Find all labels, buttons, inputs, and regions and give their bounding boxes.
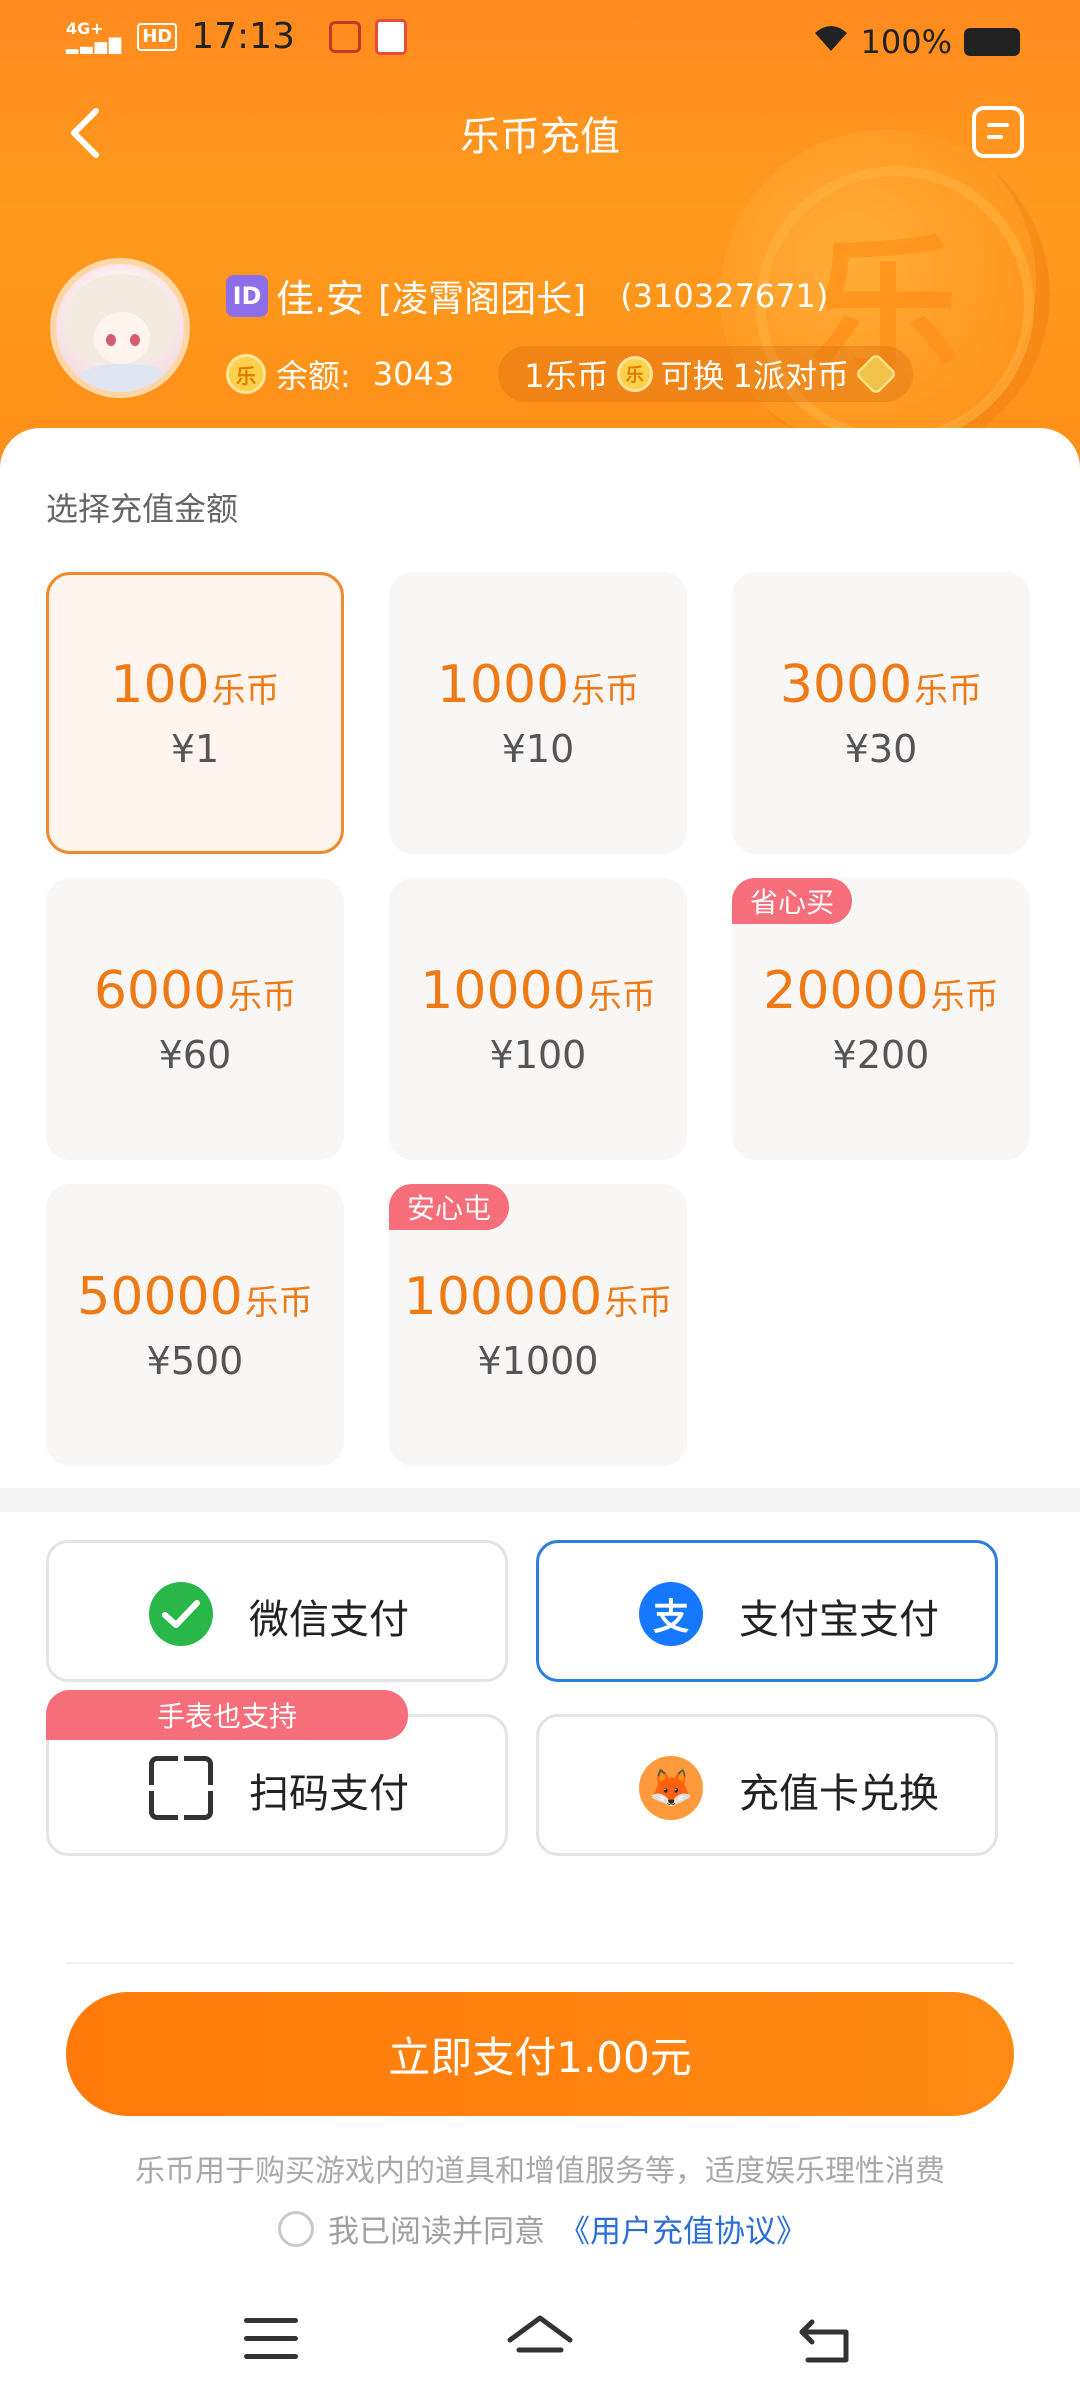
option-amount: 6000 <box>93 961 227 1021</box>
recharge-option-10000[interactable]: 10000 乐币 ¥100 <box>389 878 687 1160</box>
system-nav-bar <box>0 2290 1080 2400</box>
option-price: ¥100 <box>489 1033 587 1077</box>
option-amount: 20000 <box>763 961 929 1021</box>
battery-icon <box>964 28 1020 56</box>
hd-badge: HD <box>137 22 178 51</box>
option-amount: 100 <box>110 655 210 715</box>
recharge-option-100000[interactable]: 安心屯 100000 乐币 ¥1000 <box>389 1184 687 1466</box>
option-price: ¥1 <box>170 727 220 771</box>
menu-icon[interactable] <box>244 2318 298 2362</box>
exchange-rate-pill: 1乐币 乐 可换 1派对币 <box>498 346 913 402</box>
mascot-card-icon: 🦊 <box>639 1756 703 1820</box>
option-price: ¥200 <box>832 1033 930 1077</box>
agree-checkbox[interactable] <box>278 2210 314 2247</box>
user-info: ID 佳.安 [凌霄阁团长] (310327671) <box>226 268 828 323</box>
recharge-option-6000[interactable]: 6000 乐币 ¥60 <box>46 878 344 1160</box>
promo-tag: 安心屯 <box>389 1184 510 1230</box>
option-unit: 乐币 <box>587 977 656 1017</box>
recharge-option-1000[interactable]: 1000 乐币 ¥10 <box>389 572 687 854</box>
option-amount: 100000 <box>403 1267 603 1327</box>
wechat-pay-button[interactable]: 微信支付 <box>46 1540 508 1682</box>
party-coin-icon <box>854 352 898 396</box>
option-unit: 乐币 <box>228 977 297 1017</box>
le-coin-icon: 乐 <box>226 354 266 394</box>
option-amount: 3000 <box>779 655 913 715</box>
alipay-label: 支付宝支付 <box>739 1597 939 1643</box>
option-price: ¥500 <box>146 1339 244 1383</box>
option-unit: 乐币 <box>571 671 640 711</box>
wifi-icon <box>813 22 849 62</box>
option-price: ¥10 <box>501 727 575 771</box>
clock: 17:13 <box>191 16 295 57</box>
recharge-option-50000[interactable]: 50000 乐币 ¥500 <box>46 1184 344 1466</box>
option-price: ¥1000 <box>477 1339 599 1383</box>
pay-now-button[interactable]: 立即支付1.00元 <box>66 1992 1014 2116</box>
section-label: 选择充值金额 <box>46 490 239 528</box>
section-divider <box>0 1488 1080 1512</box>
option-price: ¥60 <box>158 1033 232 1077</box>
disclaimer-text: 乐币用于购买游戏内的道具和增值服务等，适度娱乐理性消费 <box>135 2154 945 2189</box>
back-nav-icon[interactable] <box>798 2312 852 2366</box>
option-unit: 乐币 <box>914 671 983 711</box>
wechat-pay-label: 微信支付 <box>249 1597 409 1643</box>
order-list-button[interactable] <box>972 106 1024 158</box>
id-badge-icon: ID <box>226 274 268 317</box>
divider <box>66 1962 1014 1964</box>
user-id: (310327671) <box>620 276 829 315</box>
balance-row: 乐 余额: 3043 1乐币 乐 可换 1派对币 <box>226 346 913 402</box>
notification-app-icon <box>328 20 361 53</box>
agree-text: 我已阅读并同意 <box>328 2214 545 2250</box>
agreement-row: 我已阅读并同意 《用户充值协议》 <box>278 2206 807 2251</box>
rate-left: 1乐币 <box>524 357 609 395</box>
option-unit: 乐币 <box>930 977 999 1017</box>
option-price: ¥30 <box>844 727 918 771</box>
rate-mid: 可换 <box>660 357 725 395</box>
notification-app-icon <box>374 18 407 55</box>
balance-value: 3043 <box>372 355 455 393</box>
alipay-button[interactable]: 支 支付宝支付 <box>536 1540 998 1682</box>
watch-support-tag: 手表也支持 <box>46 1690 408 1740</box>
status-bar: 4G+ ▂▃▅▇ HD 17:13 100% <box>0 0 1080 84</box>
card-redeem-label: 充值卡兑换 <box>739 1771 939 1817</box>
nav-bar: 乐币充值 <box>0 84 1080 184</box>
recharge-option-3000[interactable]: 3000 乐币 ¥30 <box>732 572 1030 854</box>
signal-icon: 4G+ ▂▃▅▇ <box>66 18 124 54</box>
battery-percent: 100% <box>860 23 952 61</box>
option-unit: 乐币 <box>211 671 280 711</box>
agreement-link[interactable]: 《用户充值协议》 <box>559 2206 807 2251</box>
le-coin-icon: 乐 <box>616 356 653 392</box>
scan-pay-label: 扫码支付 <box>249 1771 409 1817</box>
option-amount: 1000 <box>436 655 570 715</box>
option-amount: 10000 <box>420 961 586 1021</box>
balance-label: 余额: <box>276 357 351 395</box>
avatar <box>50 258 190 398</box>
alipay-icon: 支 <box>639 1582 703 1646</box>
recharge-option-20000[interactable]: 省心买 20000 乐币 ¥200 <box>732 878 1030 1160</box>
recharge-option-100[interactable]: 100 乐币 ¥1 <box>46 572 344 854</box>
user-title: [凌霄阁团长] <box>378 278 587 320</box>
user-name: 佳.安 <box>276 277 365 321</box>
page-title: 乐币充值 <box>460 114 620 160</box>
option-unit: 乐币 <box>244 1283 313 1323</box>
card-redeem-button[interactable]: 🦊 充值卡兑换 <box>536 1714 998 1856</box>
option-amount: 50000 <box>77 1267 243 1327</box>
scan-qr-icon <box>146 1753 216 1823</box>
home-icon[interactable] <box>505 2310 575 2370</box>
promo-tag: 省心买 <box>732 878 853 924</box>
wechat-icon <box>149 1582 213 1646</box>
option-unit: 乐币 <box>604 1283 673 1323</box>
rate-right: 1派对币 <box>732 357 849 395</box>
